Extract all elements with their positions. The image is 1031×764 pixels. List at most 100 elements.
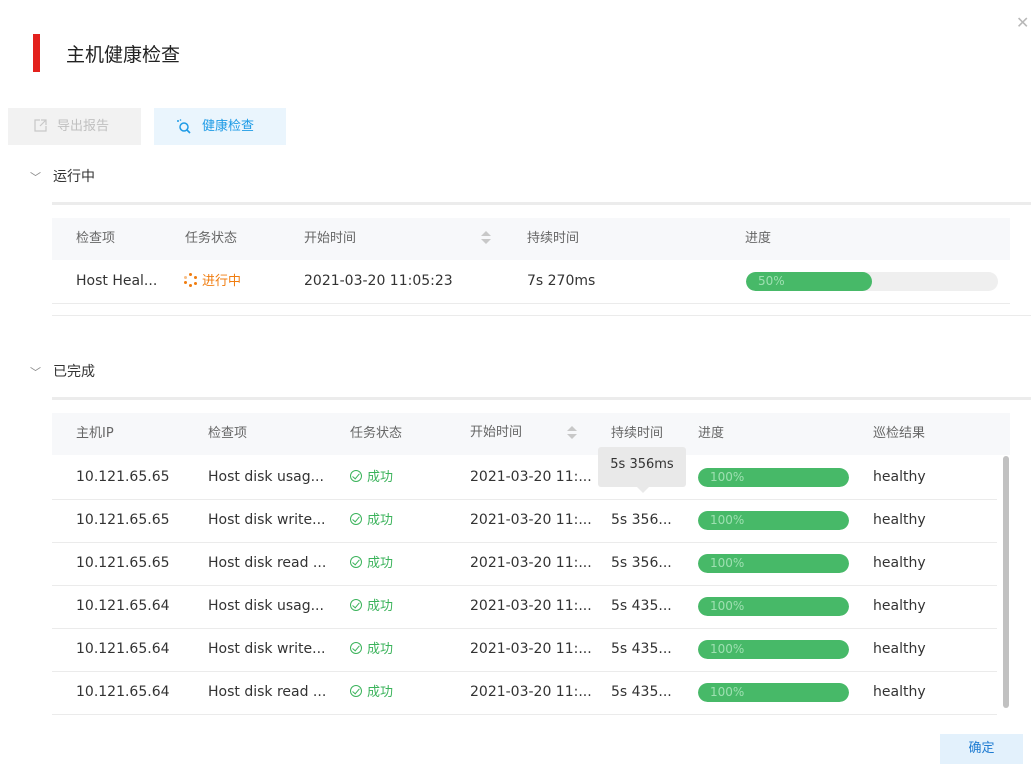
table-row[interactable]: 10.121.65.64 Host disk read ... 成功 2021-03-…	[52, 671, 997, 715]
check-item-cell: Host disk usag...	[208, 469, 324, 485]
progress-label: 100%	[710, 470, 745, 484]
dialog-title: 主机健康检查	[66, 44, 181, 66]
completed-section-label: 已完成	[53, 364, 95, 380]
export-report-button[interactable]: 导出报告	[8, 108, 141, 145]
start-time-cell: 2021-03-20 11:...	[470, 512, 592, 528]
completed-section-toggle[interactable]: ﹀ 已完成	[30, 361, 95, 381]
progress-label: 100%	[710, 599, 745, 613]
status-label: 成功	[367, 685, 394, 700]
progress-bar: 50%	[746, 272, 998, 291]
status-label: 成功	[367, 599, 394, 614]
running-table-header: 检查项 任务状态 开始时间 持续时间 进度	[52, 218, 1010, 260]
status-label: 成功	[367, 470, 394, 485]
duration-cell: 7s 270ms	[527, 273, 596, 289]
running-section-toggle[interactable]: ﹀ 运行中	[30, 166, 95, 186]
check-circle-icon	[350, 556, 362, 568]
status-cell: 成功	[350, 499, 393, 542]
check-item-cell: Host disk write...	[208, 512, 326, 528]
status-cell: 成功	[350, 628, 393, 671]
check-circle-icon	[350, 599, 362, 611]
col-progress: 进度	[698, 426, 725, 441]
close-icon[interactable]: ✕	[1016, 15, 1030, 31]
status-label: 成功	[367, 642, 394, 657]
table-row[interactable]: 10.121.65.65 Host disk read ... 成功 2021-03-…	[52, 542, 997, 586]
health-check-button[interactable]: 健康检查	[154, 108, 286, 145]
duration-cell: 5s 435...	[611, 641, 672, 657]
search-spin-icon	[177, 119, 191, 134]
completed-divider	[52, 397, 1031, 400]
host-ip-cell: 10.121.65.65	[76, 469, 170, 485]
progress-bar: 100%	[698, 511, 849, 530]
check-item-cell: Host disk read ...	[208, 555, 327, 571]
status-cell: 进行中	[184, 260, 241, 303]
host-ip-cell: 10.121.65.64	[76, 684, 170, 700]
check-item-cell: Host disk write...	[208, 641, 326, 657]
chevron-down-icon: ﹀	[30, 366, 41, 379]
table-row[interactable]: 10.121.65.65 Host disk write... 成功 2021-03-…	[52, 499, 997, 543]
status-label: 成功	[367, 556, 394, 571]
sort-icon[interactable]	[481, 229, 491, 247]
start-time-cell: 2021-03-20 11:05:23	[304, 273, 453, 289]
table-row[interactable]: 10.121.65.64 Host disk write... 成功 2021-03-…	[52, 628, 997, 672]
host-ip-cell: 10.121.65.64	[76, 598, 170, 614]
table-row[interactable]: 10.121.65.64 Host disk usag... 成功 2021-03-2…	[52, 585, 997, 629]
status-label: 成功	[367, 513, 394, 528]
check-circle-icon	[350, 685, 362, 697]
title-accent-bar	[33, 34, 40, 72]
health-check-label: 健康检查	[202, 119, 255, 134]
host-ip-cell: 10.121.65.65	[76, 512, 170, 528]
host-ip-cell: 10.121.65.65	[76, 555, 170, 571]
result-cell: healthy	[873, 598, 926, 614]
result-cell: healthy	[873, 555, 926, 571]
check-item-cell: Host disk read ...	[208, 684, 327, 700]
table-scrollbar[interactable]	[1003, 456, 1009, 708]
progress-bar: 100%	[698, 554, 849, 573]
col-host-ip: 主机IP	[76, 426, 114, 441]
duration-cell: 5s 435...	[611, 598, 672, 614]
col-start-time[interactable]: 开始时间	[304, 218, 356, 260]
progress-label: 100%	[710, 513, 745, 527]
duration-cell: 5s 356...	[611, 555, 672, 571]
check-item-cell: Host Heal...	[76, 273, 158, 289]
start-time-cell: 2021-03-20 11:...	[470, 555, 592, 571]
result-cell: healthy	[873, 641, 926, 657]
col-inspection-result: 巡检结果	[873, 426, 926, 441]
status-cell: 成功	[350, 456, 393, 499]
col-task-status: 任务状态	[185, 231, 238, 246]
status-label: 进行中	[202, 274, 242, 289]
progress-label: 50%	[758, 274, 785, 288]
check-circle-icon	[350, 470, 362, 482]
progress-bar: 100%	[698, 683, 849, 702]
chevron-down-icon: ﹀	[30, 171, 41, 184]
progress-bar: 100%	[698, 597, 849, 616]
sort-icon[interactable]	[567, 424, 577, 442]
result-cell: healthy	[873, 469, 926, 485]
start-time-cell: 2021-03-20 11:...	[470, 469, 592, 485]
result-cell: healthy	[873, 512, 926, 528]
progress-bar: 100%	[698, 640, 849, 659]
completed-table-header: 主机IP 检查项 任务状态 开始时间 持续时间 进度 巡检结果	[52, 413, 1010, 455]
host-ip-cell: 10.121.65.64	[76, 641, 170, 657]
progress-label: 100%	[710, 556, 745, 570]
confirm-button[interactable]: 确定	[940, 734, 1023, 764]
check-circle-icon	[350, 513, 362, 525]
table-row[interactable]: 10.121.65.65 Host disk usag... 成功 2021-03-2…	[52, 456, 997, 500]
start-time-cell: 2021-03-20 11:...	[470, 641, 592, 657]
table-row[interactable]: Host Heal... 进行中 2021-03-20 11:05:23 7s …	[52, 260, 1010, 304]
loading-icon	[184, 273, 198, 287]
export-report-label: 导出报告	[57, 119, 110, 134]
check-circle-icon	[350, 642, 362, 654]
duration-tooltip: 5s 356ms	[598, 447, 686, 493]
progress-bar: 100%	[698, 468, 849, 487]
start-time-cell: 2021-03-20 11:...	[470, 684, 592, 700]
progress-label: 100%	[710, 685, 745, 699]
status-cell: 成功	[350, 542, 393, 585]
running-divider	[52, 202, 1031, 205]
running-bottom-divider	[52, 315, 1031, 316]
result-cell: healthy	[873, 684, 926, 700]
col-duration: 持续时间	[527, 231, 580, 246]
duration-cell: 5s 435...	[611, 684, 672, 700]
col-check-item: 检查项	[208, 426, 248, 441]
status-cell: 成功	[350, 585, 393, 628]
col-start-time[interactable]: 开始时间	[470, 413, 522, 455]
